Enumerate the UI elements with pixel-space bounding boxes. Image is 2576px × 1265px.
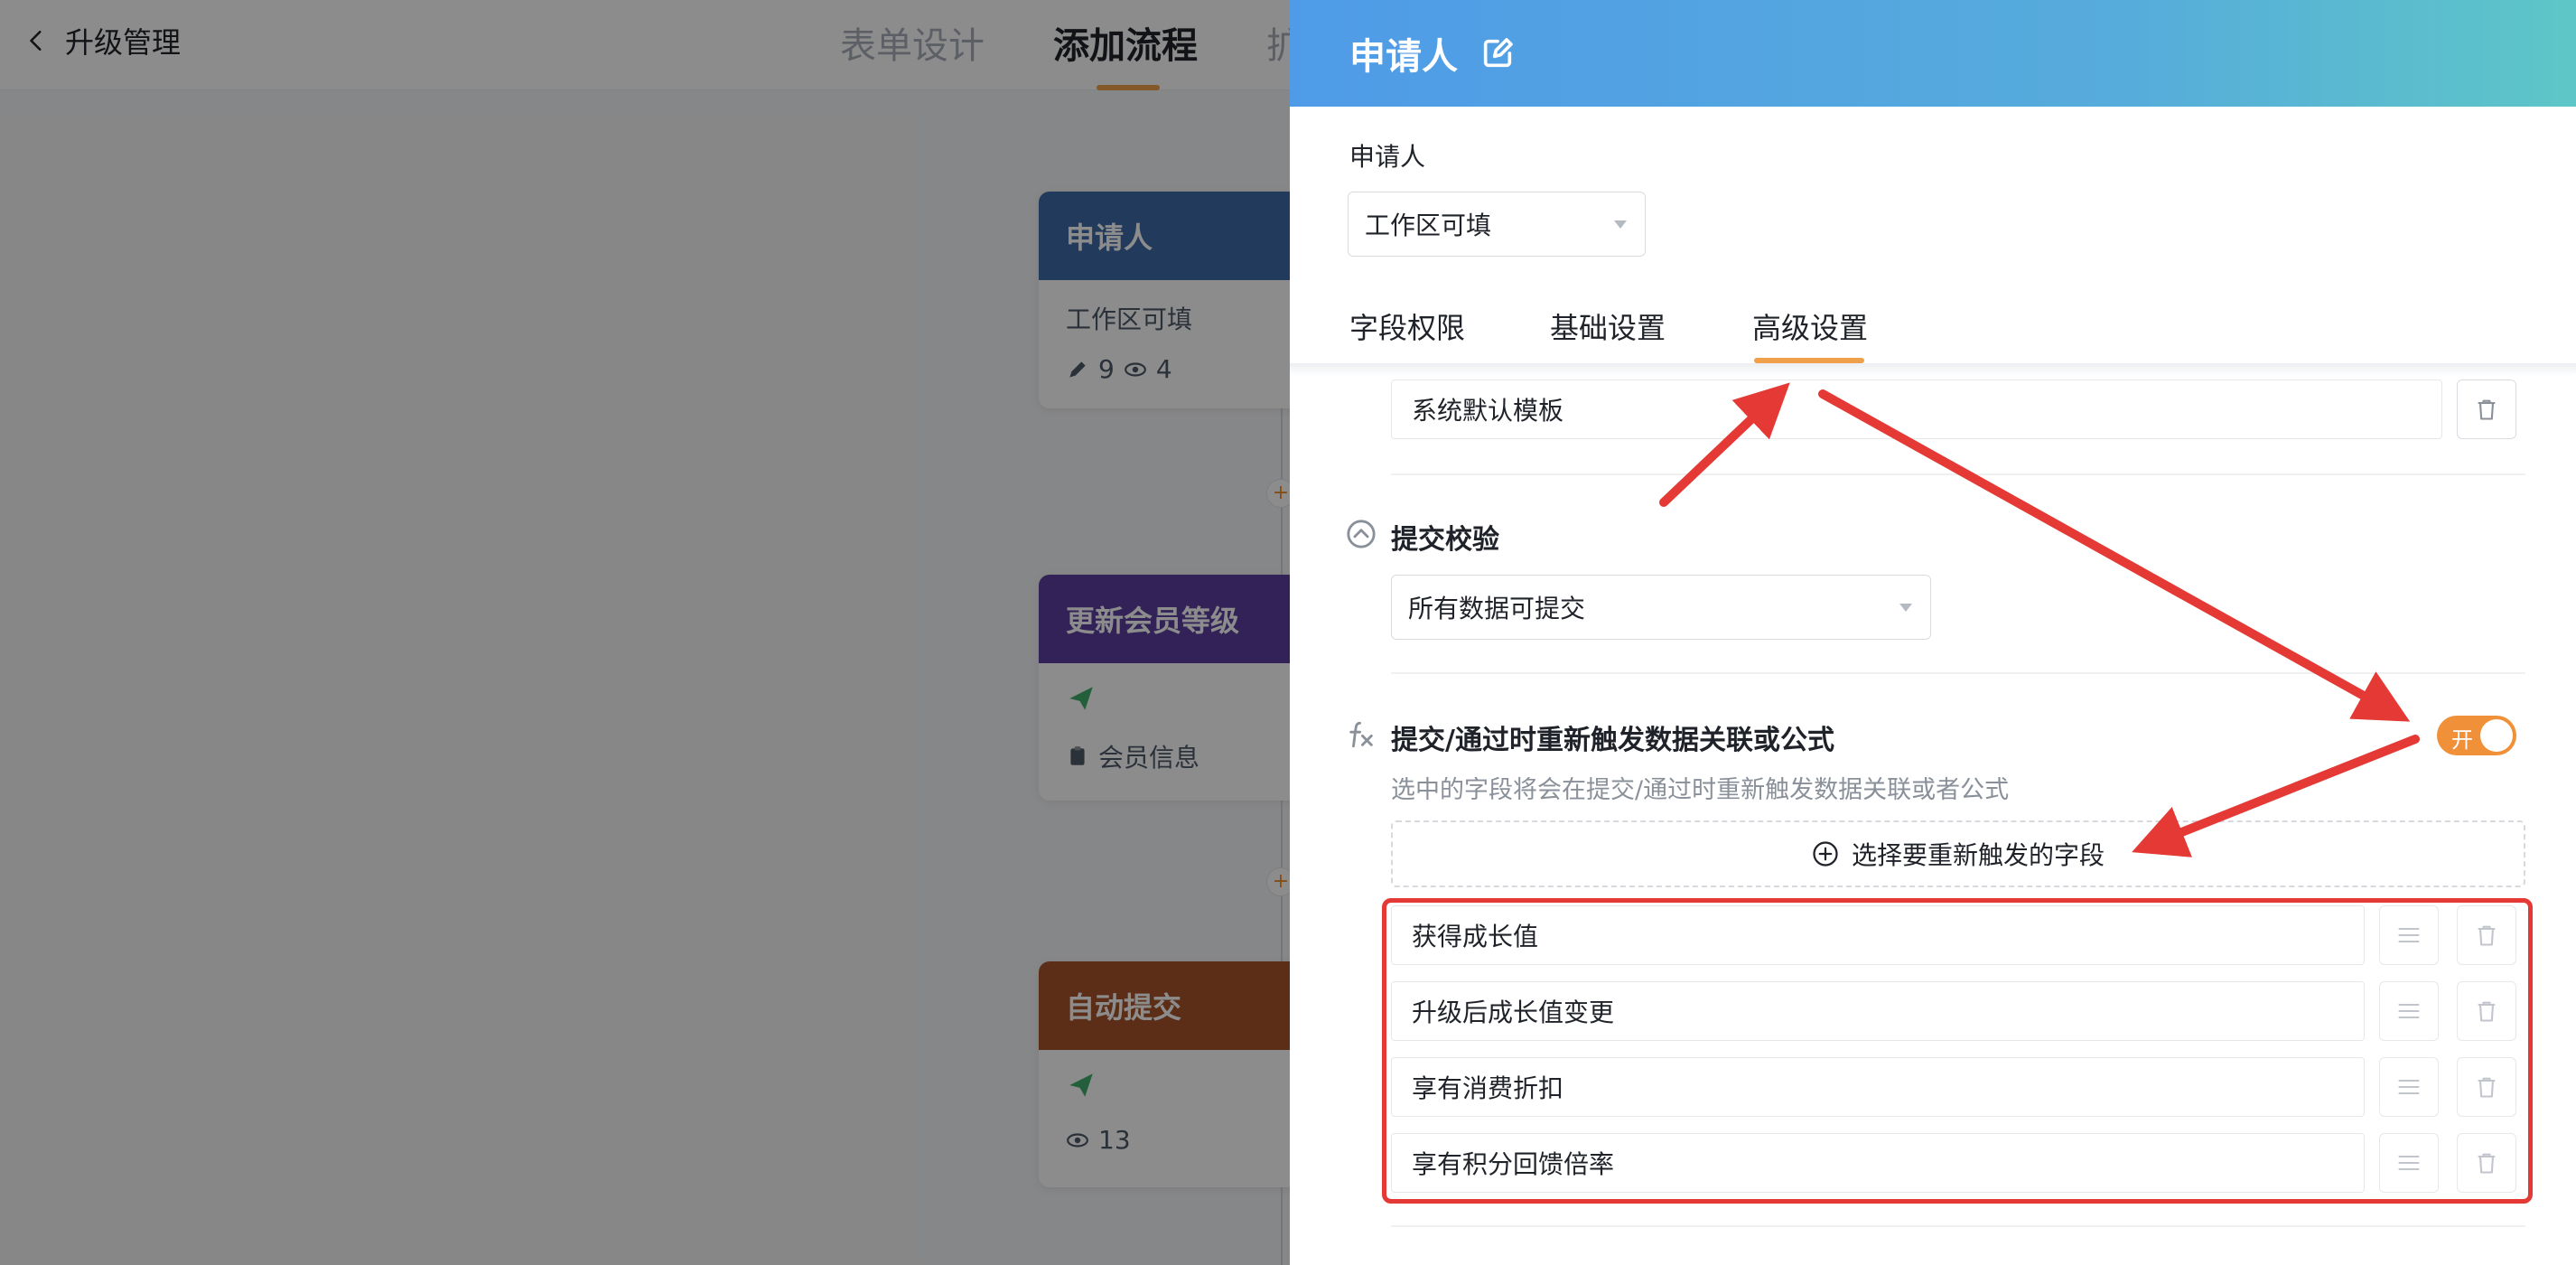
tab-field-permissions[interactable]: 字段权限 <box>1349 305 1465 347</box>
submit-check-select[interactable]: 所有数据可提交 <box>1391 575 1931 640</box>
toggle-label: 开 <box>2451 727 2473 753</box>
submit-check-title: 提交校验 <box>1391 524 1499 556</box>
annotation-highlight-box <box>1382 898 2533 1204</box>
caret-down-icon <box>1614 220 1627 229</box>
edit-title-icon[interactable] <box>1479 35 1516 71</box>
retrigger-description: 选中的字段将会在提交/通过时重新触发数据关联或者公式 <box>1391 776 2010 804</box>
section-divider <box>1391 1225 2525 1227</box>
add-field-label: 选择要重新触发的字段 <box>1851 840 2105 870</box>
submit-check-value: 所有数据可提交 <box>1408 594 1586 623</box>
section-divider <box>1391 672 2525 674</box>
caret-down-icon <box>1899 604 1912 612</box>
section-divider <box>1391 473 2525 475</box>
modal-overlay[interactable] <box>0 0 1290 1265</box>
applicant-select[interactable]: 工作区可填 <box>1348 192 1646 257</box>
template-value: 系统默认模板 <box>1412 396 1564 426</box>
tab-shadow <box>1290 363 2576 376</box>
formula-icon <box>1349 721 1373 748</box>
drawer-title: 申请人 <box>1349 36 1458 78</box>
applicant-select-value: 工作区可填 <box>1365 211 1492 240</box>
drawer-header: 申请人 <box>1290 0 2576 107</box>
retrigger-toggle[interactable]: 开 <box>2437 716 2516 755</box>
add-retrigger-field-button[interactable]: 选择要重新触发的字段 <box>1391 820 2525 887</box>
tab-advanced-settings[interactable]: 高级设置 <box>1752 305 1868 347</box>
check-shield-icon <box>1347 520 1376 548</box>
trash-icon <box>2478 399 2496 420</box>
tab-basic-settings[interactable]: 基础设置 <box>1550 305 1666 347</box>
applicant-label: 申请人 <box>1349 142 1426 172</box>
toggle-knob <box>2480 719 2513 752</box>
template-field[interactable]: 系统默认模板 <box>1391 380 2442 439</box>
delete-template-button[interactable] <box>2457 380 2516 439</box>
plus-circle-icon <box>1813 841 1838 867</box>
retrigger-title: 提交/通过时重新触发数据关联或公式 <box>1391 725 1834 756</box>
